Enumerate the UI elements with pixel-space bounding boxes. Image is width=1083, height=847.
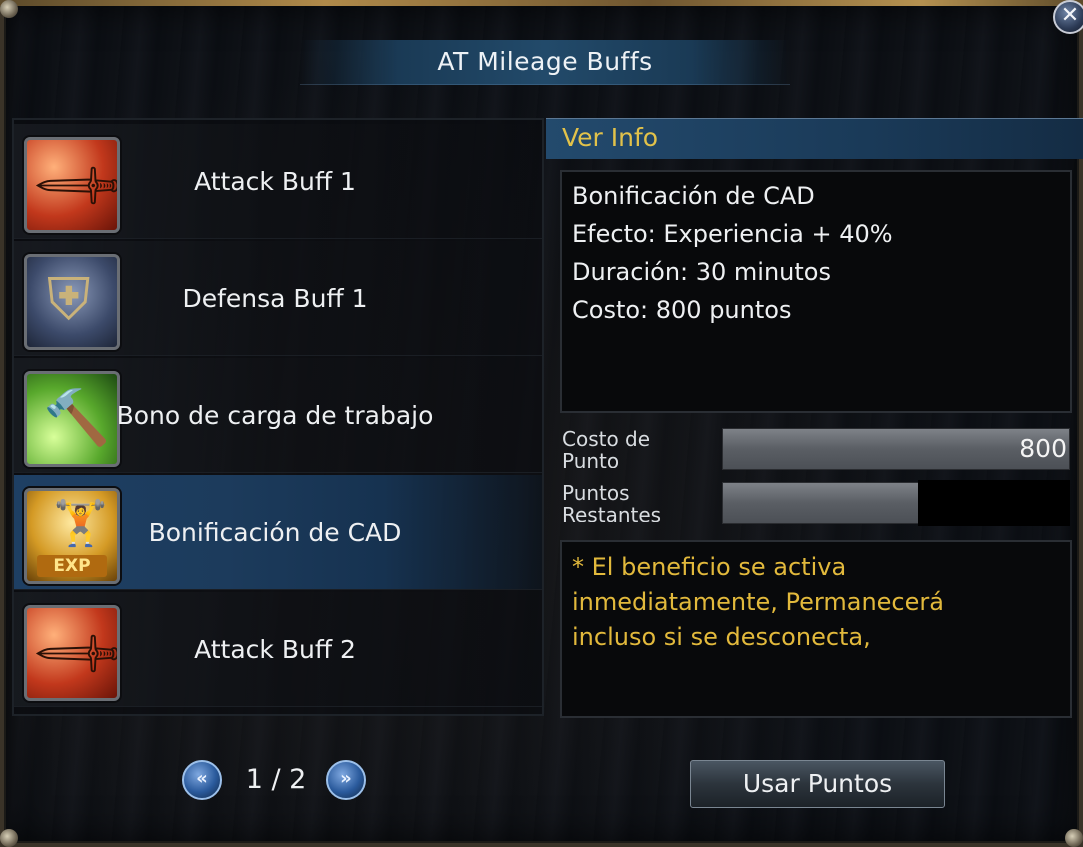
buff-list-item-attack-buff-1[interactable]: 🗡 Attack Buff 1 bbox=[14, 124, 542, 239]
buff-list-item-label: Defensa Buff 1 bbox=[182, 284, 368, 313]
sword-icon: 🗡 bbox=[24, 605, 120, 701]
close-button[interactable]: ✕ bbox=[1053, 0, 1083, 34]
hammer-icon: 🔨 bbox=[24, 371, 120, 467]
cost-label: Costo de Punto bbox=[562, 428, 651, 468]
remaining-points-label: Puntos Restantes bbox=[562, 482, 662, 522]
sword-icon: 🗡 bbox=[24, 137, 120, 233]
info-line-duration: Duración: 30 minutos bbox=[572, 258, 831, 286]
info-line-name: Bonificación de CAD bbox=[572, 182, 815, 210]
buff-list-item-bono-carga[interactable]: 🔨 Bono de carga de trabajo bbox=[14, 358, 542, 473]
use-points-button[interactable]: Usar Puntos bbox=[690, 760, 945, 808]
corner-rivet-bottom-left bbox=[0, 829, 18, 847]
shield-icon: ⛨ bbox=[24, 254, 120, 350]
window-title: AT Mileage Buffs bbox=[437, 47, 653, 76]
buff-list-item-label: Bonificación de CAD bbox=[148, 518, 402, 547]
info-line-cost: Costo: 800 puntos bbox=[572, 296, 792, 324]
buff-list-item-label: Attack Buff 2 bbox=[194, 635, 356, 664]
note-line: * El beneficio se activa bbox=[572, 553, 847, 581]
page-indicator: 1 / 2 bbox=[245, 764, 307, 795]
window-top-rim bbox=[0, 0, 1083, 6]
buff-list-item-label: Bono de carga de trabajo bbox=[116, 401, 434, 430]
cost-value-bar: 800 bbox=[722, 428, 1070, 470]
corner-rivet-top-left bbox=[0, 0, 18, 18]
next-page-button[interactable]: » bbox=[326, 760, 366, 800]
cost-value: 800 bbox=[1019, 434, 1067, 463]
corner-rivet-bottom-right bbox=[1065, 829, 1083, 847]
buff-list-item-defensa-buff-1[interactable]: ⛨ Defensa Buff 1 bbox=[14, 241, 542, 356]
buff-list-item-label: Attack Buff 1 bbox=[194, 167, 356, 196]
exp-icon: 🏋 EXP bbox=[24, 488, 120, 584]
note-line: incluso si se desconecta, bbox=[572, 623, 871, 651]
redacted-block bbox=[918, 480, 1070, 526]
buff-list-item-attack-buff-2[interactable]: 🗡 Attack Buff 2 bbox=[14, 592, 542, 707]
buff-list-item-bonificacion-cad[interactable]: 🏋 EXP Bonificación de CAD bbox=[14, 475, 542, 590]
note-line: inmediatamente, Permanecerá bbox=[572, 588, 944, 616]
info-header-title: Ver Info bbox=[562, 123, 659, 152]
prev-page-button[interactable]: « bbox=[182, 760, 222, 800]
info-line-effect: Efecto: Experiencia + 40% bbox=[572, 220, 893, 248]
